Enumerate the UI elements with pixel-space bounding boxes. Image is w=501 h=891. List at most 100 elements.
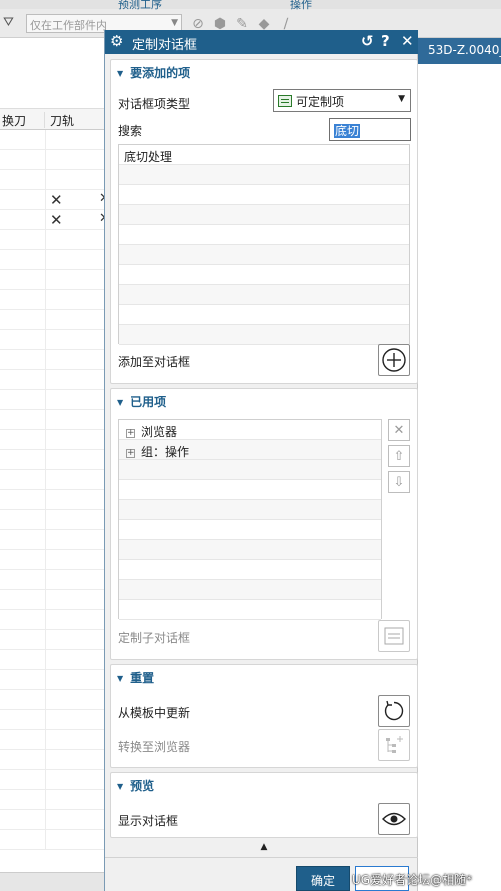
navigator-row[interactable] <box>0 170 104 190</box>
collapse-triangle-icon: ▼ <box>117 782 124 791</box>
navigator-row[interactable] <box>0 130 104 150</box>
customizable-item-icon <box>278 95 292 107</box>
navigator-row[interactable] <box>0 310 104 330</box>
navigator-row[interactable] <box>0 710 104 730</box>
navigator-row[interactable]: ✕✕ <box>0 210 110 230</box>
search-results-list[interactable]: 底切处理 <box>118 144 410 345</box>
search-input[interactable]: 底切 <box>329 118 411 141</box>
dialog-titlebar[interactable]: ⚙ 定制对话框 ↺ ? ✕ <box>105 30 418 54</box>
customize-dialog: ⚙ 定制对话框 ↺ ? ✕ ▼ 要添加的项 对话框项类型 可定制项 ▼ 搜索 底切… <box>104 30 418 891</box>
navigator-row[interactable] <box>0 670 104 690</box>
show-dialog-button[interactable] <box>378 803 410 835</box>
navigator-row[interactable] <box>0 690 104 710</box>
navigator-row[interactable] <box>0 330 104 350</box>
collapse-dialog-toggle[interactable]: ▲ <box>110 842 418 856</box>
ok-button[interactable]: 确定 <box>296 866 350 891</box>
subdialog-icon <box>384 627 404 645</box>
item-type-select[interactable]: 可定制项 ▼ <box>273 89 411 112</box>
navigator-row[interactable] <box>0 650 104 670</box>
navigator-row[interactable] <box>0 550 104 570</box>
tree-item-group-operation[interactable]: + 组：操作 <box>119 440 381 460</box>
remove-item-button[interactable]: ✕ <box>388 419 410 441</box>
navigator-row[interactable] <box>0 390 104 410</box>
navigator-row[interactable] <box>0 770 104 790</box>
search-result-item[interactable] <box>119 245 409 265</box>
navigator-row[interactable] <box>0 790 104 810</box>
search-result-item[interactable]: 底切处理 <box>119 145 409 165</box>
navigator-row[interactable] <box>0 630 104 650</box>
navigator-row[interactable] <box>0 350 104 370</box>
column-header-toolpath[interactable]: 刀轨 <box>50 112 74 129</box>
navigator-row[interactable] <box>0 810 104 830</box>
section-title: 预览 <box>130 779 155 793</box>
navigator-row[interactable]: ✕✕ <box>0 190 110 210</box>
tree-item-label: 浏览器 <box>141 425 178 439</box>
navigator-row[interactable] <box>0 570 104 590</box>
cross-icon: ✕ <box>50 191 63 209</box>
move-up-button[interactable]: ⇧ <box>388 445 410 467</box>
reset-icon <box>384 700 404 721</box>
search-result-item[interactable] <box>119 325 409 345</box>
navigator-row[interactable] <box>0 470 104 490</box>
chevron-up-icon: ▲ <box>260 842 268 852</box>
search-result-item[interactable] <box>119 205 409 225</box>
column-header-tool-change[interactable]: 换刀 <box>0 112 45 128</box>
navigator-row[interactable] <box>0 270 104 290</box>
search-result-item[interactable] <box>119 185 409 205</box>
list-item <box>119 540 381 560</box>
navigator-row[interactable] <box>0 250 104 270</box>
used-items-tree[interactable]: + 浏览器 + 组：操作 <box>118 419 382 620</box>
navigator-row[interactable] <box>0 290 104 310</box>
section-items-to-add: ▼ 要添加的项 对话框项类型 可定制项 ▼ 搜索 底切 底切处理 添加至对话框 <box>110 59 418 384</box>
section-reset: ▼ 重置 从模板中更新 转换至浏览器 <box>110 664 418 768</box>
search-result-item[interactable] <box>119 285 409 305</box>
update-from-template-button[interactable] <box>378 695 410 727</box>
search-input-value: 底切 <box>334 124 361 138</box>
navigator-row[interactable] <box>0 490 104 510</box>
list-item <box>119 560 381 580</box>
section-preview: ▼ 预览 显示对话框 <box>110 772 418 838</box>
navigator-row[interactable] <box>0 150 104 170</box>
search-result-item[interactable] <box>119 265 409 285</box>
operation-navigator: 换刀 刀轨 ✕✕✕✕ <box>0 38 110 891</box>
navigator-row[interactable] <box>0 230 104 250</box>
navigator-row[interactable] <box>0 370 104 390</box>
navigator-row[interactable] <box>0 410 104 430</box>
section-used-items: ▼ 已用项 + 浏览器 + 组：操作 ✕ ⇧ ⇩ 定制子对话框 <box>110 388 418 660</box>
item-type-value: 可定制项 <box>296 95 345 109</box>
ribbon-group-label: 预测工序 <box>118 0 162 11</box>
search-result-item[interactable] <box>119 305 409 325</box>
filter-icon[interactable]: ⛛ <box>3 15 19 31</box>
collapse-triangle-icon: ▼ <box>117 69 124 78</box>
help-icon[interactable]: ? <box>381 32 390 50</box>
graphics-area[interactable] <box>418 64 501 891</box>
navigator-row[interactable] <box>0 530 104 550</box>
section-header-reset[interactable]: ▼ 重置 <box>117 669 154 686</box>
section-header-preview[interactable]: ▼ 预览 <box>117 777 154 794</box>
customize-subdialog-button[interactable] <box>378 620 410 652</box>
navigator-row[interactable] <box>0 510 104 530</box>
navigator-row[interactable] <box>0 730 104 750</box>
expand-icon[interactable]: + <box>126 429 135 438</box>
section-header-used-items[interactable]: ▼ 已用项 <box>117 393 166 410</box>
list-item <box>119 460 381 480</box>
section-header-items-to-add[interactable]: ▼ 要添加的项 <box>117 64 190 81</box>
expand-icon[interactable]: + <box>126 449 135 458</box>
navigator-row[interactable] <box>0 830 104 850</box>
add-to-dialog-button[interactable] <box>378 344 410 376</box>
list-item <box>119 520 381 540</box>
navigator-row[interactable] <box>0 450 104 470</box>
convert-to-browser-button[interactable] <box>378 729 410 761</box>
search-result-item[interactable] <box>119 225 409 245</box>
tree-item-browser[interactable]: + 浏览器 <box>119 420 381 440</box>
navigator-row[interactable] <box>0 430 104 450</box>
navigator-row[interactable] <box>0 750 104 770</box>
close-icon[interactable]: ✕ <box>401 32 414 50</box>
search-result-item[interactable] <box>119 165 409 185</box>
reset-icon[interactable]: ↺ <box>361 32 374 50</box>
search-label: 搜索 <box>118 124 143 138</box>
tree-add-icon <box>386 736 403 753</box>
navigator-row[interactable] <box>0 610 104 630</box>
move-down-button[interactable]: ⇩ <box>388 471 410 493</box>
navigator-row[interactable] <box>0 590 104 610</box>
